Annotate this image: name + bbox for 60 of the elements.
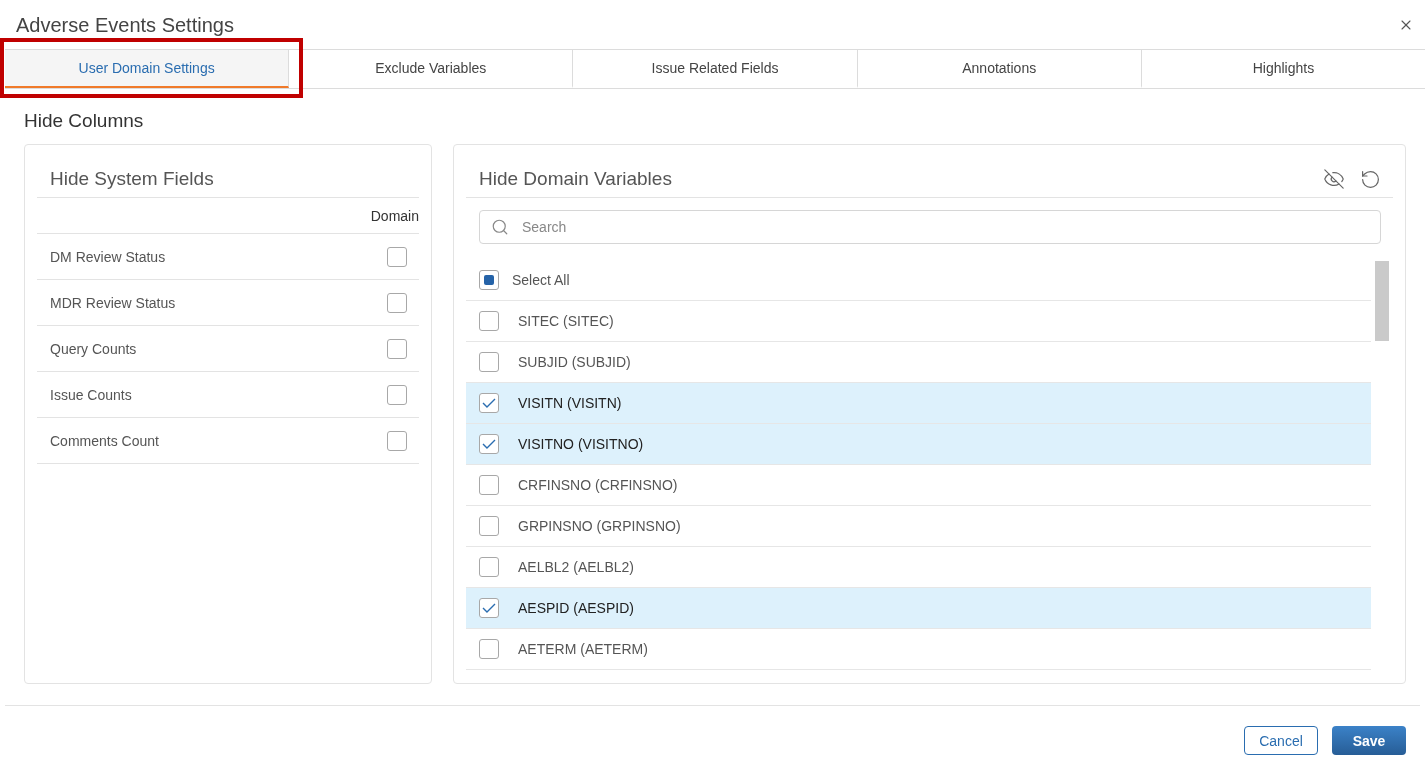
checkmark-icon [482, 398, 496, 408]
variable-row[interactable]: GRPINSNO (GRPINSNO) [466, 506, 1371, 547]
section-title: Hide Columns [24, 110, 144, 132]
reset-icon [1360, 168, 1381, 190]
field-label: Issue Counts [50, 386, 132, 403]
variable-label: CRFINSNO (CRFINSNO) [518, 477, 678, 493]
cancel-button[interactable]: Cancel [1244, 726, 1318, 755]
checkbox[interactable] [387, 246, 407, 267]
checkbox[interactable] [479, 311, 499, 331]
checkbox[interactable] [479, 557, 499, 577]
variable-row[interactable]: VISITNO (VISITNO) [466, 424, 1371, 465]
checkbox[interactable] [479, 639, 499, 659]
select-all-row[interactable]: Select All [466, 260, 1371, 301]
tab[interactable]: Exclude Variables [289, 50, 574, 88]
variable-row[interactable]: AETERM (AETERM) [466, 629, 1371, 670]
checkmark-icon [482, 603, 496, 613]
variable-label: GRPINSNO (GRPINSNO) [518, 518, 681, 534]
variable-label: AETERM (AETERM) [518, 641, 648, 657]
save-button[interactable]: Save [1332, 726, 1406, 755]
select-all-label: Select All [512, 272, 570, 288]
variable-row[interactable]: CRFINSNO (CRFINSNO) [466, 465, 1371, 506]
column-header: Domain [370, 207, 419, 224]
variable-row[interactable]: VISITN (VISITN) [466, 383, 1371, 424]
variable-label: SUBJID (SUBJID) [518, 354, 631, 370]
tab[interactable]: Annotations [857, 50, 1142, 88]
eye-off-icon [1323, 168, 1345, 190]
checkbox[interactable] [479, 393, 499, 413]
panel-title: Hide System Fields [50, 168, 214, 190]
field-label: MDR Review Status [50, 294, 176, 311]
tab[interactable]: Highlights [1141, 50, 1425, 88]
variable-label: AESPID (AESPID) [518, 600, 634, 616]
checkbox[interactable] [479, 475, 499, 495]
variable-row[interactable]: AESPID (AESPID) [466, 588, 1371, 629]
checkbox[interactable] [479, 598, 499, 618]
search-icon [491, 218, 509, 236]
checkbox[interactable] [387, 384, 407, 405]
checkbox[interactable] [387, 430, 407, 451]
search-field[interactable]: Search [479, 210, 1381, 244]
variable-label: SITEC (SITEC) [518, 313, 614, 329]
scrollbar-thumb[interactable] [1375, 261, 1389, 341]
square-icon [484, 275, 494, 285]
checkbox[interactable] [479, 270, 499, 290]
field-label: Comments Count [50, 432, 159, 449]
variable-label: VISITNO (VISITNO) [518, 436, 644, 452]
field-label: Query Counts [50, 340, 137, 357]
reset-button[interactable] [1360, 168, 1381, 190]
dialog-title: Adverse Events Settings [16, 12, 234, 37]
checkbox[interactable] [387, 292, 407, 313]
field-label: DM Review Status [50, 248, 166, 265]
checkbox[interactable] [387, 338, 407, 359]
variable-row[interactable]: SITEC (SITEC) [466, 301, 1371, 342]
checkbox[interactable] [479, 516, 499, 536]
checkbox[interactable] [479, 352, 499, 372]
checkbox[interactable] [479, 434, 499, 454]
panel-title: Hide Domain Variables [479, 168, 672, 190]
hide-button[interactable] [1323, 168, 1345, 190]
variable-label: VISITN (VISITN) [518, 395, 622, 411]
variable-label: AELBL2 (AELBL2) [518, 559, 634, 575]
tab[interactable]: Issue Related Fields [573, 50, 858, 88]
checkmark-icon [482, 439, 496, 449]
